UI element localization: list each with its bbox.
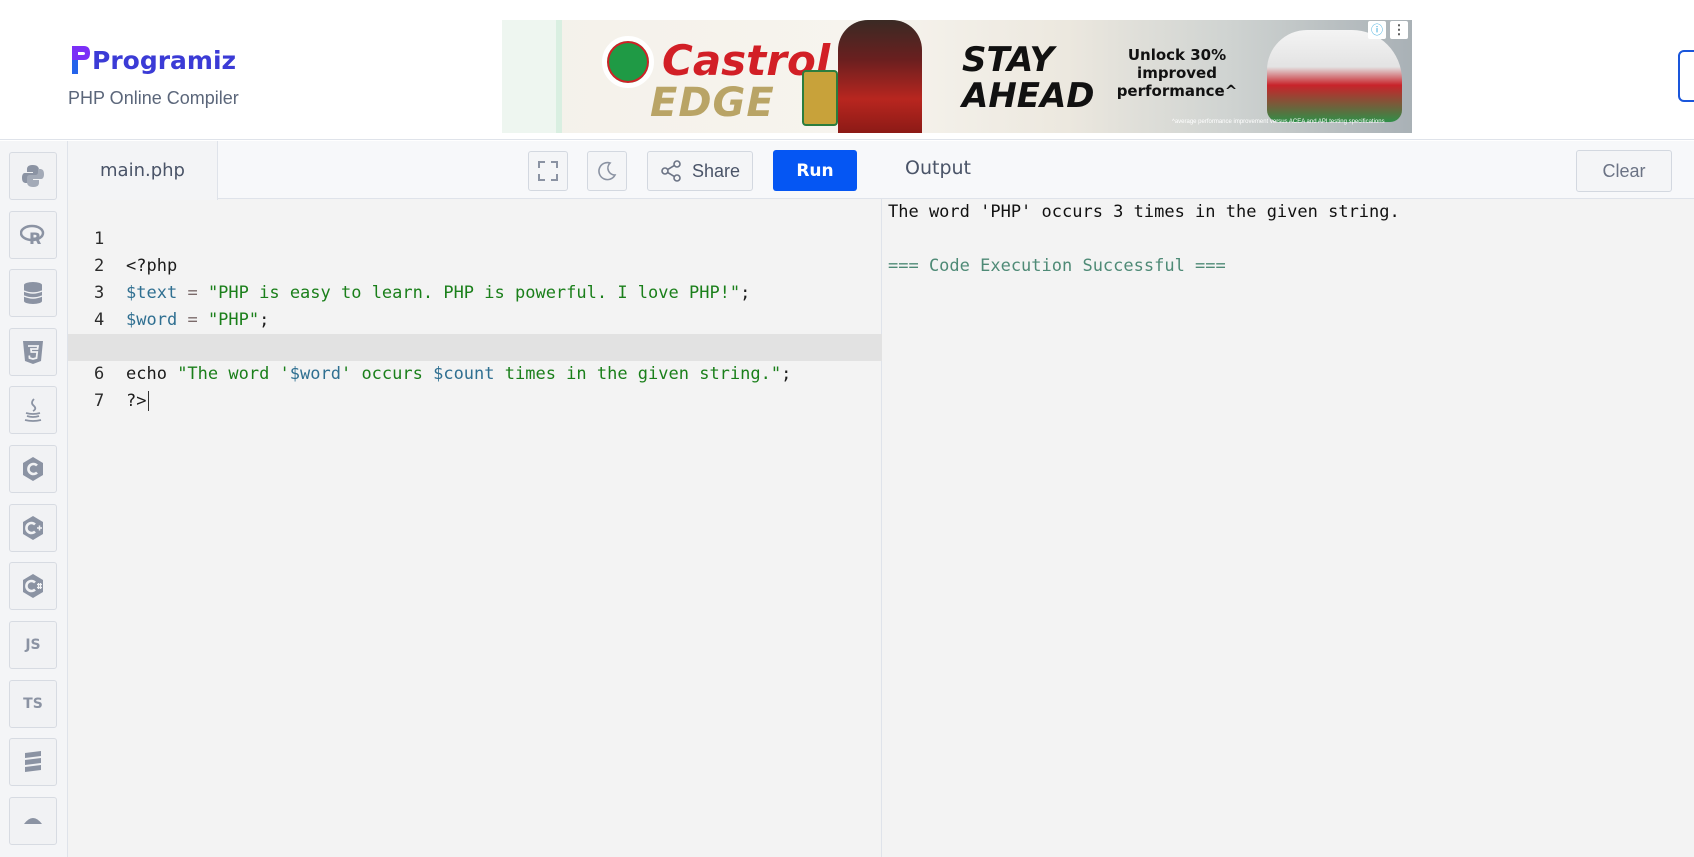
fullscreen-button[interactable] bbox=[528, 151, 568, 191]
line-number: 7 bbox=[94, 391, 105, 411]
ad-swoosh bbox=[502, 20, 562, 133]
code-line: 2 $text = "PHP is easy to learn. PHP is … bbox=[68, 226, 882, 303]
ad-car-image bbox=[1267, 30, 1402, 122]
sidebar-item-python[interactable] bbox=[9, 152, 57, 200]
page-subtitle: PHP Online Compiler bbox=[68, 88, 239, 108]
output-title: Output bbox=[905, 157, 971, 179]
output-toolbar: Output Clear bbox=[882, 141, 1694, 199]
ad-person-image bbox=[838, 20, 922, 133]
ts-label: TS bbox=[23, 696, 43, 712]
programiz-logo-icon bbox=[72, 46, 90, 74]
programiz-logo[interactable]: Programiz bbox=[70, 44, 236, 76]
stack-icon bbox=[25, 751, 41, 772]
run-button[interactable]: Run bbox=[773, 150, 857, 191]
code-line: 3 $word = "PHP"; bbox=[68, 253, 882, 330]
brand-name: Programiz bbox=[92, 45, 237, 75]
header: Programiz PHP Online Compiler Castrol ED… bbox=[0, 0, 1694, 140]
info-icon[interactable]: ⓘ bbox=[1368, 21, 1386, 39]
csharp-icon bbox=[23, 574, 43, 598]
code-text: ?> bbox=[126, 388, 150, 415]
code-line: 5 echo "The word '$word' occurs $count t… bbox=[68, 307, 882, 384]
ad-slogan-line1: STAY bbox=[962, 40, 1055, 80]
cpp-icon bbox=[23, 516, 43, 540]
header-edge-button[interactable] bbox=[1678, 50, 1694, 102]
sidebar-item-c[interactable] bbox=[9, 445, 57, 493]
python-icon bbox=[22, 165, 44, 187]
sidebar-item-html[interactable] bbox=[9, 328, 57, 376]
sidebar-item-ts[interactable]: TS bbox=[9, 680, 57, 728]
share-label: Share bbox=[691, 160, 741, 181]
fullscreen-icon bbox=[538, 161, 558, 181]
sidebar-item-sql[interactable] bbox=[9, 269, 57, 317]
share-icon bbox=[661, 160, 681, 182]
clear-button[interactable]: Clear bbox=[1576, 150, 1672, 192]
text-cursor bbox=[148, 391, 150, 411]
c-icon bbox=[23, 457, 43, 481]
output-success-line: === Code Execution Successful === bbox=[888, 256, 1226, 276]
more-vert-icon[interactable]: ⋮ bbox=[1390, 21, 1408, 39]
code-line: 7 bbox=[68, 361, 882, 411]
sidebar-item-js[interactable]: JS bbox=[9, 621, 57, 669]
output-line: The word 'PHP' occurs 3 times in the giv… bbox=[888, 202, 1400, 222]
ad-slogan: STAY AHEAD bbox=[962, 42, 1095, 114]
ad-offer: Unlock 30% improved performance^ bbox=[1116, 46, 1238, 100]
sidebar-item-csharp[interactable] bbox=[9, 562, 57, 610]
js-label: JS bbox=[25, 637, 41, 653]
code-area[interactable]: 1 <?php 2 $text = "PHP is easy to learn.… bbox=[68, 199, 882, 857]
moon-icon bbox=[598, 161, 617, 181]
output-panel: Output Clear The word 'PHP' occurs 3 tim… bbox=[882, 141, 1694, 857]
java-icon bbox=[24, 398, 42, 422]
ad-slogan-line2: AHEAD bbox=[962, 76, 1095, 116]
partial-icon bbox=[24, 818, 42, 824]
r-icon: R bbox=[20, 224, 45, 248]
code-line-active: 6 ?> bbox=[68, 334, 882, 411]
castrol-logo-icon bbox=[602, 36, 654, 88]
ad-product: EDGE bbox=[650, 80, 775, 126]
code-line: 1 <?php bbox=[68, 199, 882, 276]
html5-icon bbox=[23, 341, 43, 364]
ad-fine-print: ^average performance improvement versus … bbox=[1172, 119, 1385, 125]
sidebar-item-r[interactable]: R bbox=[9, 211, 57, 259]
advertisement-banner[interactable]: Castrol EDGE STAY AHEAD Unlock 30% impro… bbox=[502, 20, 1412, 133]
language-sidebar: R JS TS bbox=[0, 141, 68, 857]
sidebar-item-java[interactable] bbox=[9, 386, 57, 434]
code-editor-panel: main.php Share Run 1 <?php 2 $text = "PH… bbox=[68, 141, 882, 857]
database-icon bbox=[23, 282, 43, 304]
editor-toolbar: main.php Share Run bbox=[68, 141, 882, 200]
code-line: 4 $count = substr_count($text, $word); bbox=[68, 280, 882, 357]
ad-bottle-image bbox=[802, 70, 838, 126]
sidebar-item-swift[interactable] bbox=[9, 738, 57, 786]
file-tab-main[interactable]: main.php bbox=[68, 141, 218, 200]
sidebar-item-more[interactable] bbox=[9, 797, 57, 845]
sidebar-item-cpp[interactable] bbox=[9, 504, 57, 552]
svg-text:R: R bbox=[29, 229, 41, 248]
theme-toggle-button[interactable] bbox=[587, 151, 627, 191]
share-button[interactable]: Share bbox=[647, 151, 753, 191]
